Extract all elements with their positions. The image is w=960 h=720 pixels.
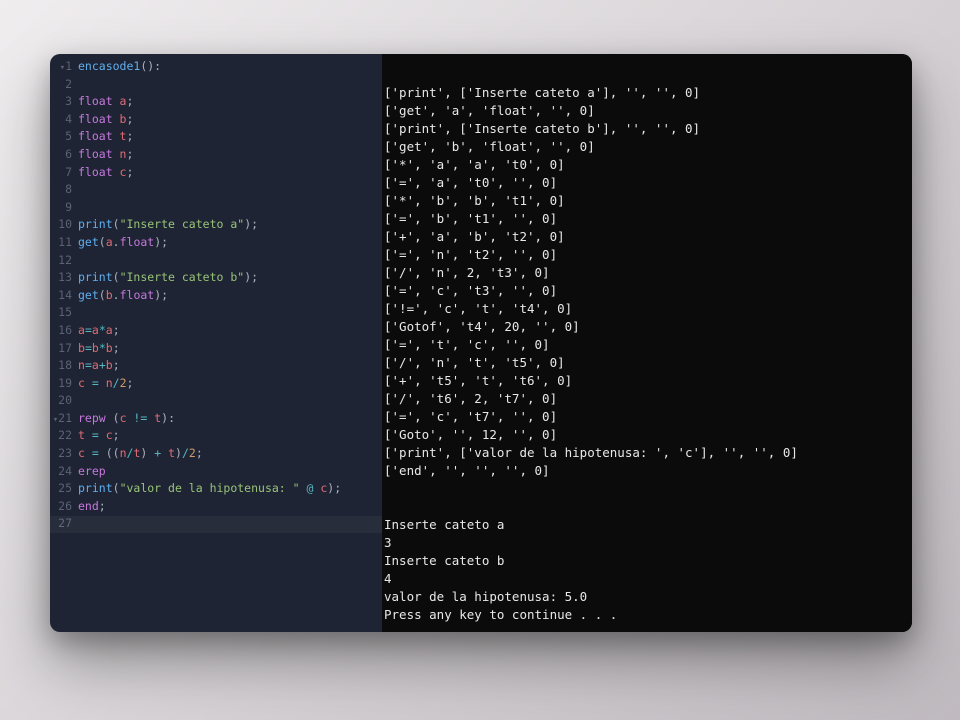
line-number: 2 — [50, 76, 72, 94]
code-line[interactable]: get(b.float); — [78, 287, 382, 305]
code-line[interactable] — [78, 76, 382, 94]
line-number: 16 — [50, 322, 72, 340]
line-number: 26 — [50, 498, 72, 516]
output-panel: ['print', ['Inserte cateto a'], '', '', … — [382, 54, 912, 632]
code-line[interactable]: t = c; — [78, 427, 382, 445]
code-line[interactable]: c = n/2; — [78, 375, 382, 393]
line-number: 4 — [50, 111, 72, 129]
code-line[interactable] — [78, 304, 382, 322]
line-number: 13 — [50, 269, 72, 287]
line-number: 5 — [50, 128, 72, 146]
fold-icon[interactable]: ▾ — [50, 412, 58, 430]
line-number: 9 — [50, 199, 72, 217]
ide-window: ▾1234567891011121314151617181920▾2122232… — [50, 54, 912, 632]
code-editor[interactable]: ▾1234567891011121314151617181920▾2122232… — [50, 54, 382, 632]
code-line[interactable] — [78, 392, 382, 410]
code-line[interactable]: float b; — [78, 111, 382, 129]
line-gutter: ▾1234567891011121314151617181920▾2122232… — [50, 58, 78, 632]
line-number: 15 — [50, 304, 72, 322]
fold-icon[interactable]: ▾ — [57, 60, 65, 78]
code-line[interactable]: erep — [78, 463, 382, 481]
code-line[interactable]: a=a*a; — [78, 322, 382, 340]
code-line[interactable]: get(a.float); — [78, 234, 382, 252]
line-number: 7 — [50, 164, 72, 182]
code-line[interactable]: c = ((n/t) + t)/2; — [78, 445, 382, 463]
code-line[interactable]: repw (c != t): — [78, 410, 382, 428]
code-line[interactable] — [78, 252, 382, 270]
line-number: 25 — [50, 480, 72, 498]
code-line[interactable] — [78, 181, 382, 199]
line-number: 11 — [50, 234, 72, 252]
code-line[interactable]: print("Inserte cateto b"); — [78, 269, 382, 287]
code-line[interactable]: print("valor de la hipotenusa: " @ c); — [78, 480, 382, 498]
code-line[interactable]: print("Inserte cateto a"); — [78, 216, 382, 234]
code-line[interactable] — [78, 515, 382, 533]
code-line[interactable]: encasode1(): — [78, 58, 382, 76]
line-number: 20 — [50, 392, 72, 410]
line-number: 10 — [50, 216, 72, 234]
code-line[interactable]: n=a+b; — [78, 357, 382, 375]
line-number: 8 — [50, 181, 72, 199]
line-number: 19 — [50, 375, 72, 393]
line-number: 17 — [50, 340, 72, 358]
line-number: 6 — [50, 146, 72, 164]
code-line[interactable]: float t; — [78, 128, 382, 146]
code-line[interactable] — [78, 199, 382, 217]
code-line[interactable]: float a; — [78, 93, 382, 111]
code-line[interactable]: float n; — [78, 146, 382, 164]
line-number: 14 — [50, 287, 72, 305]
code-line[interactable]: b=b*b; — [78, 340, 382, 358]
line-number: 18 — [50, 357, 72, 375]
line-number: 22 — [50, 427, 72, 445]
line-number: 12 — [50, 252, 72, 270]
line-number: 24 — [50, 463, 72, 481]
line-number: 23 — [50, 445, 72, 463]
code-area[interactable]: encasode1():float a;float b;float t;floa… — [78, 58, 382, 632]
code-line[interactable]: end; — [78, 498, 382, 516]
line-number: 3 — [50, 93, 72, 111]
line-number: ▾1 — [50, 58, 72, 76]
line-number: ▾21 — [50, 410, 72, 428]
code-line[interactable]: float c; — [78, 164, 382, 182]
